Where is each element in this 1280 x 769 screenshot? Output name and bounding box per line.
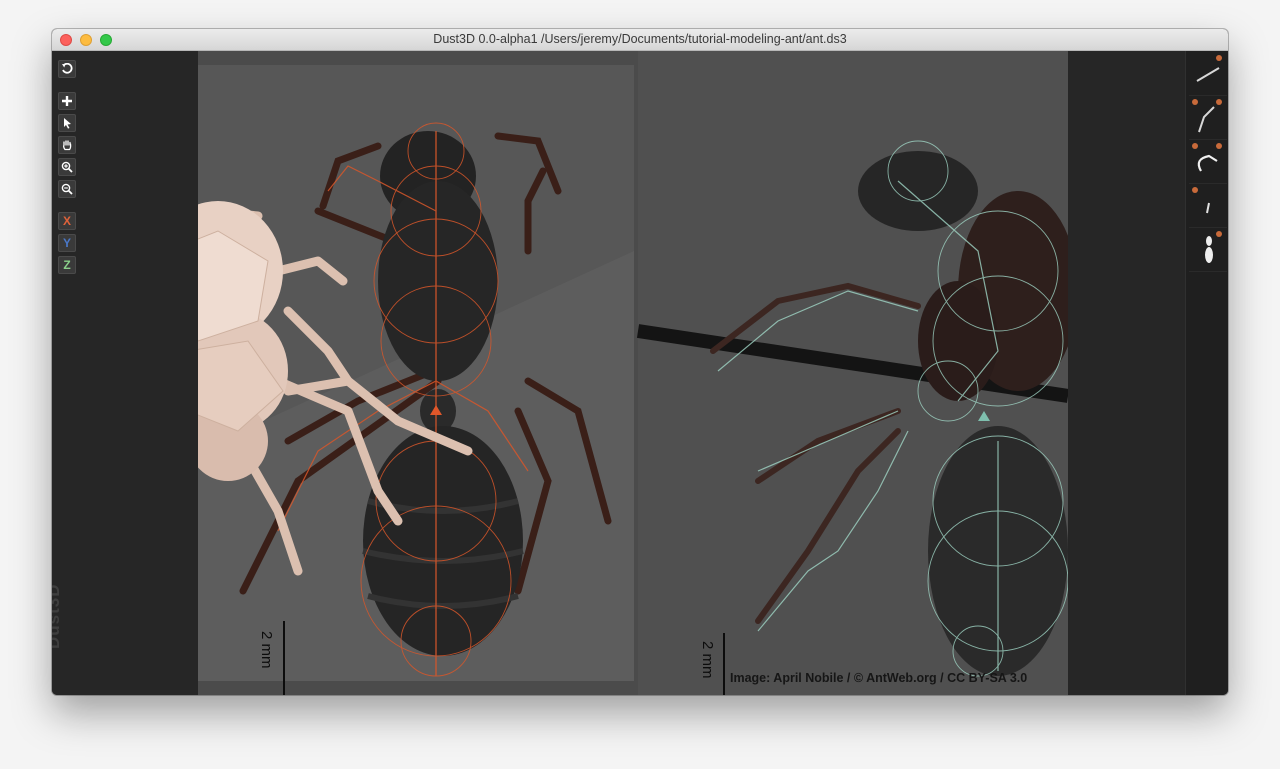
y-axis-label: Y	[62, 236, 71, 250]
front-scale-label: 2 mm	[258, 631, 275, 669]
hand-icon	[63, 140, 72, 151]
part-item[interactable]	[1189, 229, 1227, 272]
undo-button[interactable]	[58, 60, 76, 78]
part-item[interactable]	[1189, 185, 1227, 228]
zoom-out-icon	[61, 183, 73, 195]
part-item[interactable]	[1189, 53, 1227, 96]
brand-logo: Dust3D	[52, 583, 63, 649]
select-icon	[64, 118, 71, 129]
part-color-icon	[1192, 143, 1198, 149]
right-dock	[1068, 51, 1185, 695]
part-item[interactable]	[1189, 97, 1227, 140]
part-color-icon	[1216, 231, 1222, 237]
zoom-in-button[interactable]	[58, 158, 76, 176]
part-color-icon	[1192, 99, 1198, 105]
undo-icon	[62, 63, 73, 74]
x-axis-button[interactable]: X	[58, 212, 76, 230]
part-item[interactable]	[1189, 141, 1227, 184]
drag-button[interactable]	[58, 136, 76, 154]
image-credit: Image: April Nobile / © AntWeb.org / CC …	[730, 671, 1028, 685]
zoom-in-icon	[61, 161, 73, 173]
z-axis-button[interactable]: Z	[58, 256, 76, 274]
x-axis-label: X	[62, 214, 71, 228]
side-scale-label: 2 mm	[699, 641, 716, 679]
edit-canvas[interactable]: 2 mm 2 mm Image: April Nobile / © AntWeb…	[198, 51, 1068, 695]
window-title: Dust3D 0.0-alpha1 /Users/jeremy/Document…	[433, 32, 847, 46]
title-bar: Dust3D 0.0-alpha1 /Users/jeremy/Document…	[52, 29, 1228, 51]
close-button[interactable]	[60, 34, 72, 46]
add-icon	[62, 96, 72, 106]
select-button[interactable]	[58, 114, 76, 132]
add-button[interactable]	[58, 92, 76, 110]
zoom-out-button[interactable]	[58, 180, 76, 198]
y-axis-button[interactable]: Y	[58, 234, 76, 252]
z-axis-label: Z	[63, 258, 71, 272]
zoom-button[interactable]	[100, 34, 112, 46]
minimize-button[interactable]	[80, 34, 92, 46]
tool-bar: X Y Z Dust3D	[52, 51, 198, 695]
part-list[interactable]	[1185, 51, 1228, 695]
part-color-icon	[1192, 187, 1198, 193]
part-color-icon	[1216, 55, 1222, 61]
app-window: Dust3D 0.0-alpha1 /Users/jeremy/Document…	[52, 29, 1228, 695]
